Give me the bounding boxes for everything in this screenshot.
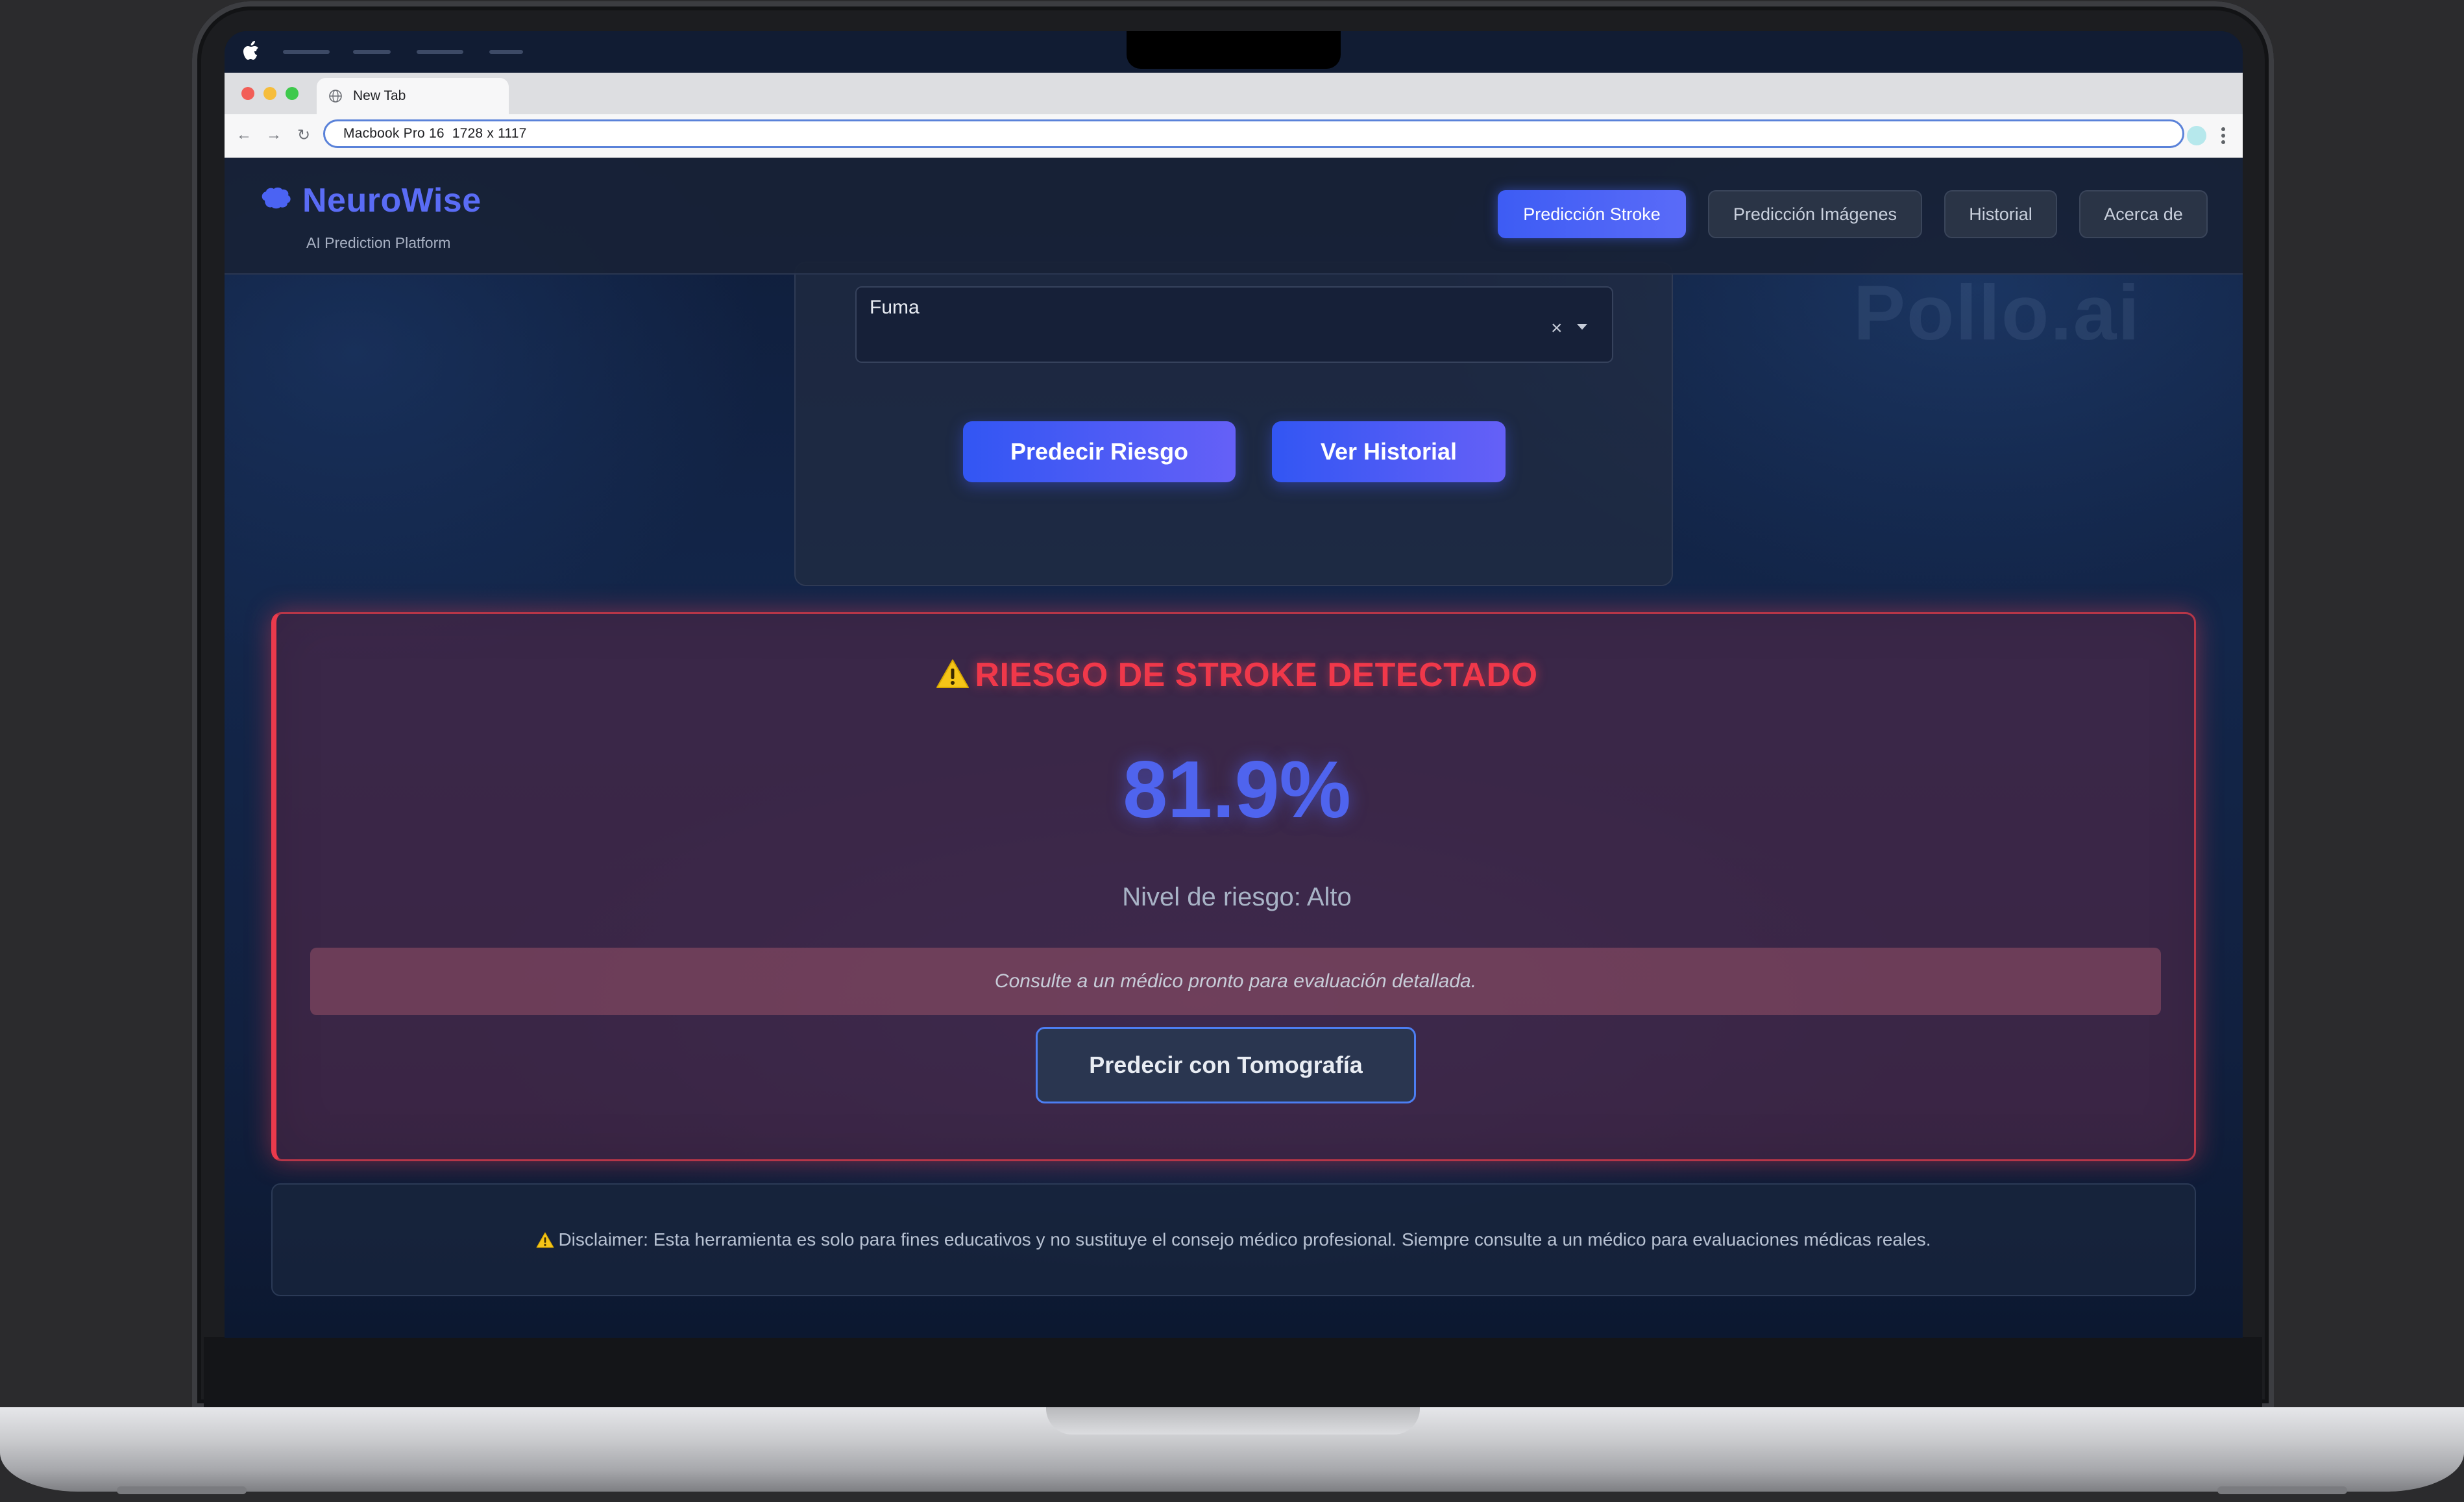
select-value: Fuma [870, 297, 920, 318]
reload-icon[interactable]: ↻ [293, 125, 314, 145]
brand-logo[interactable]: NeuroWise [260, 181, 482, 220]
maximize-window-button[interactable] [286, 87, 299, 100]
caret-down-icon[interactable] [1577, 324, 1587, 330]
clear-icon[interactable]: × [1551, 317, 1563, 339]
prediction-form-card: Fuma × Predecir Riesgo Ver Historial [794, 262, 1673, 586]
kebab-icon[interactable] [2221, 125, 2226, 147]
brand-subtitle: AI Prediction Platform [306, 234, 451, 251]
warning-icon [536, 1232, 554, 1248]
laptop-screen: New Tab ← → ↻ Macbook Pro 16 1728 x 1117… [225, 31, 2243, 1338]
result-title: RIESGO DE STROKE DETECTADO [276, 656, 2197, 695]
address-text: Macbook Pro 16 1728 x 1117 [343, 126, 527, 141]
brand-name: NeuroWise [302, 182, 482, 219]
profile-avatar[interactable] [2187, 126, 2206, 145]
risk-probability: 81.9% [1123, 745, 1351, 835]
laptop-base-notch [1046, 1407, 1420, 1434]
apple-icon[interactable] [243, 41, 260, 60]
smoking-status-select[interactable]: Fuma × [855, 286, 1613, 363]
tab-stroke-prediction[interactable]: Predicción Stroke [1498, 190, 1686, 238]
brain-icon [262, 187, 291, 209]
warning-icon [936, 659, 970, 688]
tab-history[interactable]: Historial [1944, 190, 2057, 238]
mac-menubar [225, 31, 2243, 73]
disclaimer-box: Disclaimer: Esta herramienta es solo par… [271, 1183, 2196, 1296]
globe-icon [329, 90, 342, 103]
disclaimer-text: Disclaimer: Esta herramienta es solo par… [558, 1229, 1931, 1250]
app-viewport: Pollo.ai Fuma × Predecir Riesgo Ver Hist… [225, 158, 2243, 1338]
menu-item-placeholder[interactable] [353, 50, 391, 54]
browser-tabstrip: New Tab [225, 73, 2243, 114]
app-header: NeuroWise AI Prediction Platform Predicc… [225, 158, 2243, 275]
result-title-text: RIESGO DE STROKE DETECTADO [975, 656, 1538, 694]
browser-toolbar: ← → ↻ Macbook Pro 16 1728 x 1117 [225, 114, 2243, 158]
forward-arrow-icon[interactable]: → [263, 125, 284, 145]
menu-item-placeholder[interactable] [417, 50, 463, 54]
laptop-bezel [204, 1337, 2262, 1409]
back-arrow-icon[interactable]: ← [234, 125, 254, 145]
camera-notch [1127, 31, 1341, 69]
tab-about[interactable]: Acerca de [2079, 190, 2208, 238]
medical-advice: Consulte a un médico pronto para evaluac… [310, 948, 2161, 1015]
close-window-button[interactable] [241, 87, 254, 100]
tab-title: New Tab [353, 88, 406, 103]
menu-item-placeholder[interactable] [283, 50, 330, 54]
tab-image-prediction[interactable]: Predicción Imágenes [1708, 190, 1922, 238]
browser-tab[interactable]: New Tab [317, 78, 509, 114]
minimize-window-button[interactable] [263, 87, 276, 100]
stroke-result-card: RIESGO DE STROKE DETECTADO 81.9% Nivel d… [271, 612, 2196, 1161]
view-history-button[interactable]: Ver Historial [1272, 421, 1506, 482]
laptop-foot [2217, 1486, 2347, 1494]
risk-level: Nivel de riesgo: Alto [1122, 883, 1352, 911]
predict-tomography-button[interactable]: Predecir con Tomografía [1036, 1027, 1416, 1103]
address-bar[interactable]: Macbook Pro 16 1728 x 1117 [323, 119, 2184, 148]
predict-risk-button[interactable]: Predecir Riesgo [963, 421, 1236, 482]
watermark: Pollo.ai [1853, 269, 2141, 356]
laptop-foot [117, 1486, 247, 1494]
menu-item-placeholder[interactable] [489, 50, 523, 54]
